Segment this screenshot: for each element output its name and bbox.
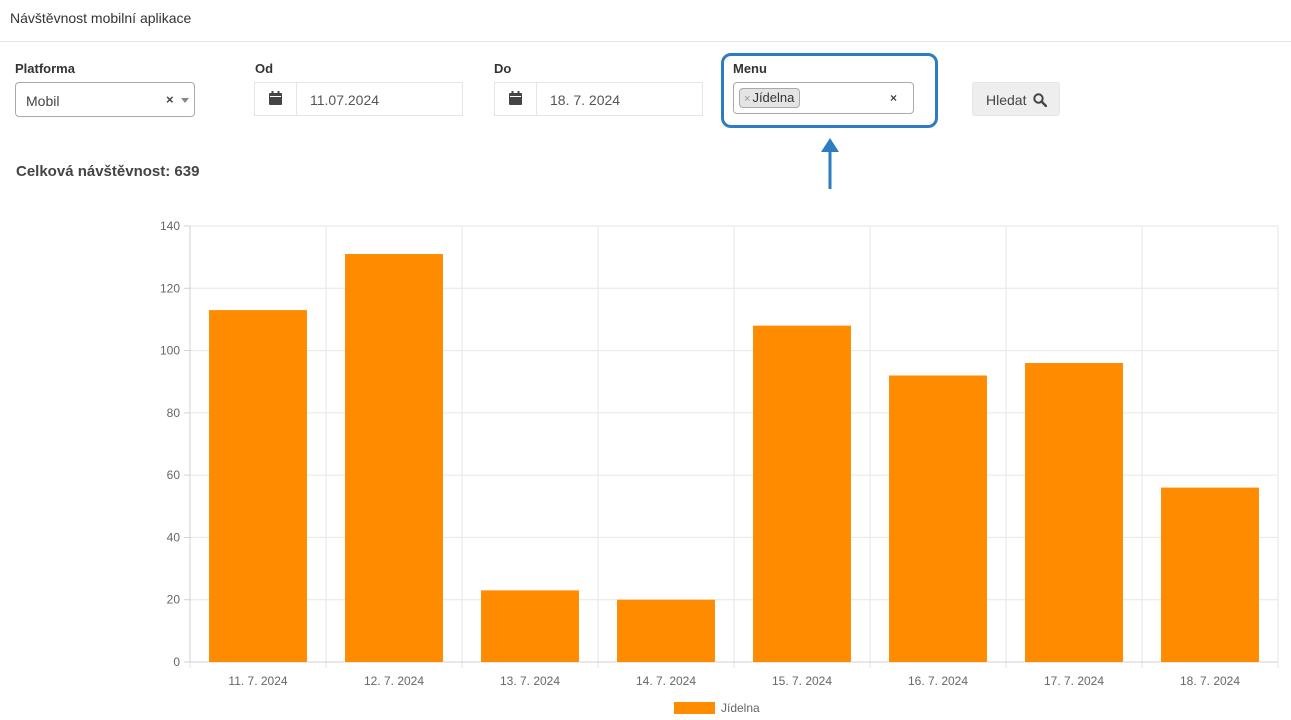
header-bar: Návštěvnost mobilní aplikace [0,0,1291,42]
x-tick-label: 12. 7. 2024 [364,674,424,688]
menu-tag: × Jídelna [739,88,801,108]
to-date-input[interactable]: 18. 7. 2024 [550,92,620,108]
x-tick-label: 14. 7. 2024 [636,674,696,688]
calendar-icon[interactable] [255,83,297,115]
bar-16-7-2024[interactable] [889,375,987,662]
y-tick-label: 80 [167,406,181,420]
from-label: Od [255,61,274,76]
to-label: Do [494,61,512,76]
y-tick-label: 100 [160,344,180,358]
bar-12-7-2024[interactable] [345,254,443,662]
platform-label: Platforma [15,61,75,76]
platform-value: Mobil [26,93,60,109]
menu-multiselect[interactable]: × Jídelna × [733,82,914,114]
arrow-up-icon [821,138,839,189]
y-tick-label: 140 [160,219,180,233]
to-date-group[interactable]: 18. 7. 2024 [494,82,703,116]
x-tick-label: 13. 7. 2024 [500,674,560,688]
menu-clear-icon[interactable]: × [890,91,897,105]
x-tick-label: 18. 7. 2024 [1180,674,1240,688]
menu-label: Menu [733,61,767,76]
bar-17-7-2024[interactable] [1025,363,1123,662]
y-tick-label: 120 [160,281,180,295]
search-button[interactable]: Hledat [972,82,1060,116]
x-tick-label: 11. 7. 2024 [228,674,287,688]
legend-label[interactable]: Jídelna [721,701,760,715]
total-visits: Celková návštěvnost: 639 [16,163,200,180]
chevron-down-icon[interactable] [181,98,189,103]
x-tick-label: 17. 7. 2024 [1044,674,1104,688]
x-tick-label: 15. 7. 2024 [772,674,832,688]
visits-chart: 0 20 40 60 80 100 120 140 11. 7. 2024 12. 7. 2024… [160,219,1279,715]
y-tick-label: 60 [167,468,181,482]
tag-remove-icon[interactable]: × [744,93,750,105]
y-tick-label: 20 [167,593,181,607]
from-date-input[interactable]: 11.07.2024 [310,92,379,108]
bar-13-7-2024[interactable] [481,590,579,662]
legend-swatch[interactable] [674,702,715,714]
bar-14-7-2024[interactable] [617,599,715,662]
page-title: Návštěvnost mobilní aplikace [10,10,192,26]
y-tick-label: 0 [173,655,180,669]
bar-15-7-2024[interactable] [753,325,851,662]
search-button-label: Hledat [986,92,1027,108]
from-date-group[interactable]: 11.07.2024 [254,82,463,116]
x-tick-label: 16. 7. 2024 [908,674,968,688]
y-tick-label: 40 [167,530,181,544]
platform-clear-icon[interactable]: × [166,92,174,107]
calendar-icon[interactable] [495,83,537,115]
platform-select[interactable]: Mobil × [15,82,195,117]
bar-18-7-2024[interactable] [1161,487,1259,662]
search-icon [1033,93,1047,107]
bar-11-7-2024[interactable] [209,310,307,662]
menu-tag-label: Jídelna [752,90,795,105]
